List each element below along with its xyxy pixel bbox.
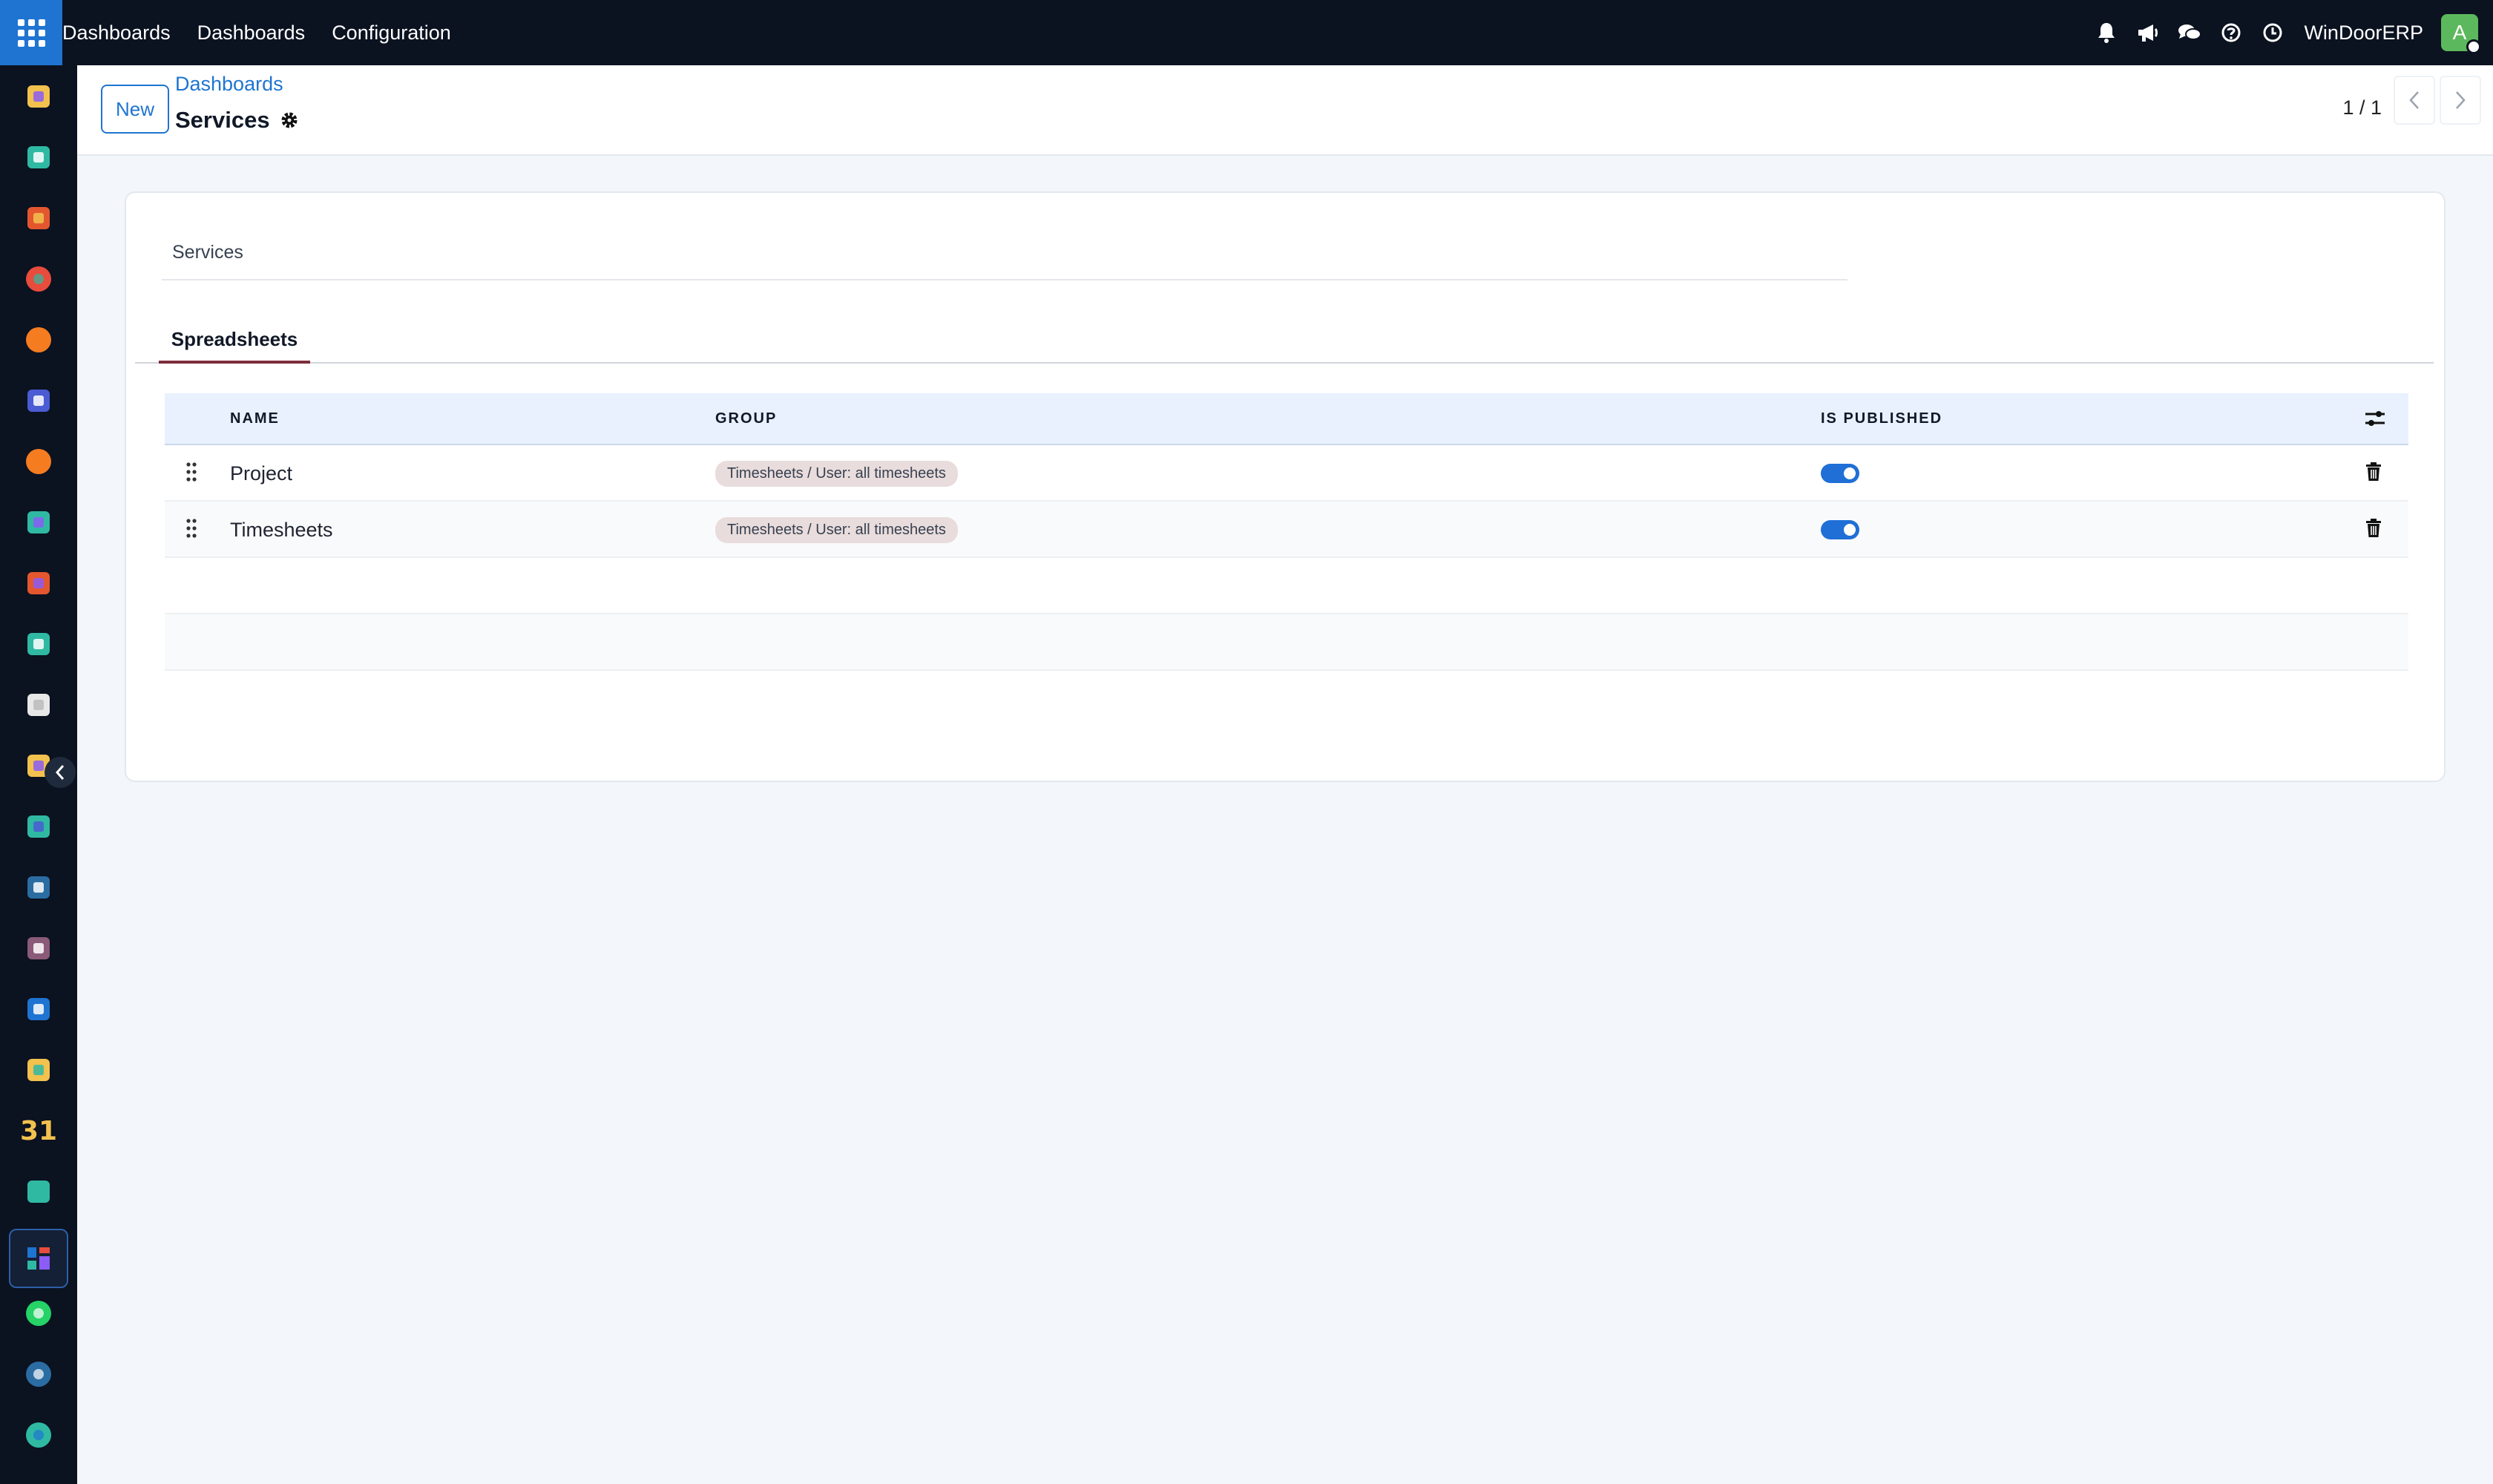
spreadsheet-app-icon[interactable] xyxy=(19,564,58,603)
products-app-icon[interactable] xyxy=(19,929,58,968)
pager-next-button[interactable] xyxy=(2440,76,2481,125)
row-name[interactable]: Timesheets xyxy=(230,502,333,558)
systray: WinDoorERP A xyxy=(2086,0,2493,65)
menu-item-dashboards[interactable]: Dashboards xyxy=(184,0,319,65)
table-row[interactable]: Project Timesheets / User: all timesheet… xyxy=(165,445,2408,502)
knowledge-app-icon[interactable] xyxy=(19,868,58,907)
spreadsheets-table: NAME GROUP IS PUBLISHED Project Timeshee… xyxy=(165,393,2408,671)
dashboards-app-icon[interactable] xyxy=(9,1229,68,1288)
collapse-sidebar-button[interactable] xyxy=(45,757,76,788)
chat-icon[interactable] xyxy=(2169,0,2210,65)
menu-brand[interactable]: Dashboards xyxy=(62,0,184,65)
app-menu-button[interactable] xyxy=(0,0,62,65)
reporting-app-icon[interactable] xyxy=(19,199,58,237)
breadcrumb[interactable]: Dashboards xyxy=(175,73,283,96)
menu-item-configuration[interactable]: Configuration xyxy=(318,0,464,65)
page-title-text: Services xyxy=(175,107,270,133)
name-field[interactable]: Services xyxy=(162,236,1847,280)
edit-app-icon[interactable] xyxy=(19,1172,58,1211)
livechat-app-icon[interactable] xyxy=(19,442,58,481)
drag-handle-icon[interactable] xyxy=(185,518,197,542)
grid-icon xyxy=(17,19,45,47)
avatar[interactable]: A xyxy=(2441,14,2481,54)
contacts-app-icon[interactable] xyxy=(19,138,58,177)
arrows-app-icon[interactable] xyxy=(19,503,58,542)
mail-app-icon[interactable] xyxy=(19,381,58,420)
top-menu: Dashboards Dashboards Configuration xyxy=(62,0,464,65)
row-name[interactable]: Project xyxy=(230,445,292,502)
gear-icon[interactable] xyxy=(280,111,298,129)
avatar-letter: A xyxy=(2452,21,2467,44)
calendar-app-icon[interactable]: 31 xyxy=(19,1112,58,1150)
column-header-name[interactable]: NAME xyxy=(230,393,280,444)
pie-app-icon[interactable] xyxy=(19,260,58,298)
team-app-icon[interactable] xyxy=(19,1051,58,1089)
published-toggle[interactable] xyxy=(1821,464,1859,483)
drag-handle-icon[interactable] xyxy=(185,462,197,486)
pager-value[interactable]: 1 / 1 xyxy=(2342,96,2382,119)
page-title: Services xyxy=(175,107,298,134)
chevron-left-icon xyxy=(2409,91,2419,109)
whatsapp-app-icon[interactable] xyxy=(19,1294,58,1333)
column-header-published[interactable]: IS PUBLISHED xyxy=(1821,393,1942,444)
app-sidebar: 31 xyxy=(0,65,77,1484)
name-field-value: Services xyxy=(172,242,243,263)
discuss-app-icon[interactable] xyxy=(19,321,58,359)
empty-row xyxy=(165,614,2408,671)
group-tag: Timesheets / User: all timesheets xyxy=(715,460,958,487)
empty-row xyxy=(165,558,2408,614)
trash-icon[interactable] xyxy=(2365,462,2382,486)
clock-icon[interactable] xyxy=(2252,0,2293,65)
clock-app-icon[interactable] xyxy=(19,1355,58,1393)
group-tag: Timesheets / User: all timesheets xyxy=(715,516,958,543)
calendar-day: 31 xyxy=(19,1115,58,1146)
company-name[interactable]: WinDoorERP xyxy=(2304,22,2423,45)
sales-app-icon[interactable] xyxy=(19,990,58,1028)
website-app-icon[interactable] xyxy=(19,1416,58,1454)
column-header-group[interactable]: GROUP xyxy=(715,393,777,444)
notebook-tabs: Spreadsheets xyxy=(135,318,2434,364)
control-panel: New Dashboards Services 1 / 1 xyxy=(77,65,2493,156)
sign-app-icon[interactable] xyxy=(19,77,58,116)
employees-app-icon[interactable] xyxy=(19,625,58,663)
megaphone-icon[interactable] xyxy=(2127,0,2169,65)
trash-icon[interactable] xyxy=(2365,518,2382,542)
pager-previous-button[interactable] xyxy=(2394,76,2435,125)
tab-spreadsheets[interactable]: Spreadsheets xyxy=(159,318,310,364)
table-row[interactable]: Timesheets Timesheets / User: all timesh… xyxy=(165,502,2408,558)
todo-app-icon[interactable] xyxy=(19,807,58,846)
chevron-left-icon xyxy=(55,765,65,780)
form-sheet: Services Spreadsheets NAME GROUP IS PUBL… xyxy=(125,191,2446,782)
inventory-app-icon[interactable] xyxy=(19,686,58,724)
new-button[interactable]: New xyxy=(101,85,169,134)
help-icon[interactable] xyxy=(2210,0,2252,65)
chevron-right-icon xyxy=(2456,91,2466,109)
status-dot xyxy=(2466,39,2481,54)
table-header: NAME GROUP IS PUBLISHED xyxy=(165,393,2408,445)
optional-columns-icon[interactable] xyxy=(2364,408,2386,433)
bell-icon[interactable] xyxy=(2086,0,2127,65)
published-toggle[interactable] xyxy=(1821,520,1859,539)
top-navbar: Dashboards Dashboards Configuration WinD… xyxy=(0,0,2493,65)
